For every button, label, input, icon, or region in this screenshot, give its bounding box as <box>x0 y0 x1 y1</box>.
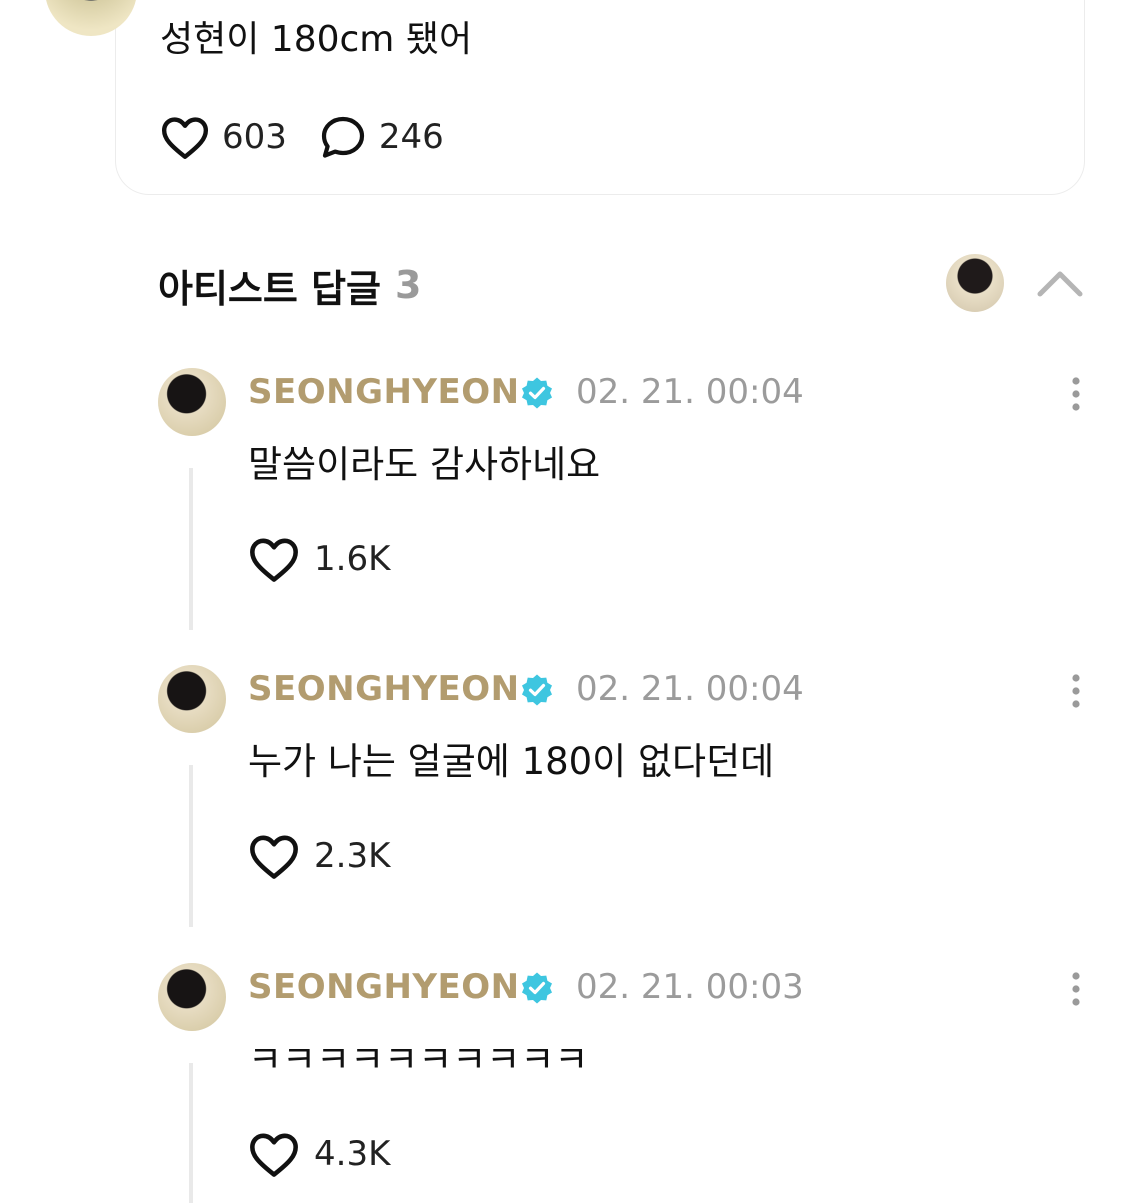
heart-icon <box>250 538 298 582</box>
reply-text: ㅋㅋㅋㅋㅋㅋㅋㅋㅋㅋ <box>248 1038 589 1081</box>
reply-like-button[interactable]: 2.3K <box>248 833 390 879</box>
verified-badge-icon <box>522 674 552 706</box>
artist-name[interactable]: SEONGHYEON <box>248 967 520 1007</box>
artist-name[interactable]: SEONGHYEON <box>248 372 520 412</box>
avatar[interactable] <box>158 368 226 436</box>
reply-like-count: 1.6K <box>314 539 391 579</box>
artist-name[interactable]: SEONGHYEON <box>248 669 520 709</box>
reply-like-button[interactable]: 4.3K <box>248 1131 390 1177</box>
thread-line <box>189 1063 193 1203</box>
post-comment-count: 246 <box>378 117 444 157</box>
heart-icon <box>250 1133 298 1177</box>
post-text: 성현이 180cm 됐어 <box>160 19 473 60</box>
artist-replies-count: 3 <box>395 263 422 307</box>
verified-badge-icon <box>522 377 552 409</box>
post-like-count: 603 <box>222 117 287 157</box>
post-like-button[interactable]: 603 <box>160 114 287 160</box>
reply-like-count: 2.3K <box>314 836 391 876</box>
reply-text: 누가 나는 얼굴에 180이 없다던데 <box>248 740 775 783</box>
reply-timestamp: 02. 21. 00:04 <box>576 372 804 412</box>
post-actions: 603 246 <box>160 114 444 160</box>
heart-icon <box>250 835 298 879</box>
thread-line <box>189 765 193 927</box>
post-comment-button[interactable]: 246 <box>319 114 444 160</box>
speech-bubble-icon <box>321 116 365 158</box>
verified-badge-icon <box>522 972 552 1004</box>
reply-timestamp: 02. 21. 00:03 <box>576 967 804 1007</box>
reply-text: 말씀이라도 감사하네요 <box>248 443 601 486</box>
artist-avatar[interactable] <box>946 254 1004 312</box>
artist-replies-header: 아티스트 답글 3 <box>158 255 421 315</box>
reply-like-count: 4.3K <box>314 1134 391 1174</box>
avatar[interactable] <box>158 963 226 1031</box>
vertical-dots-icon[interactable] <box>1062 374 1090 414</box>
heart-icon <box>161 117 209 159</box>
vertical-dots-icon[interactable] <box>1062 969 1090 1009</box>
artist-replies-title: 아티스트 답글 <box>158 266 381 311</box>
reply-like-button[interactable]: 1.6K <box>248 536 390 582</box>
chevron-up-icon[interactable] <box>1034 262 1086 306</box>
reply-timestamp: 02. 21. 00:04 <box>576 669 804 709</box>
avatar[interactable] <box>158 665 226 733</box>
thread-line <box>189 468 193 630</box>
vertical-dots-icon[interactable] <box>1062 671 1090 711</box>
